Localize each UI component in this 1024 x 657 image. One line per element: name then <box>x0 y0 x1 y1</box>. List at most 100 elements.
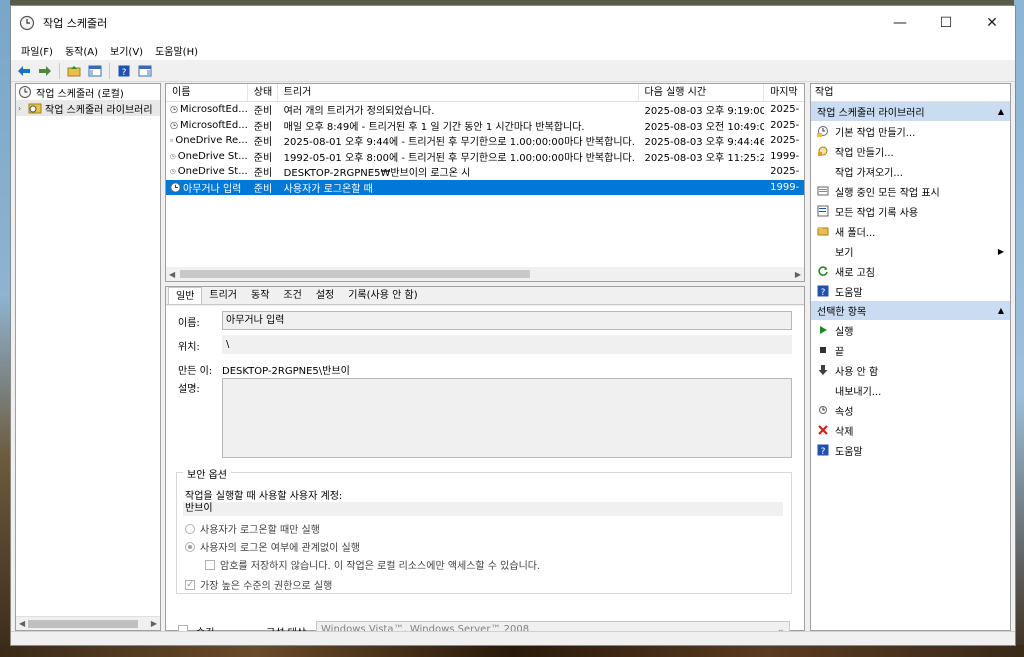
collapse-icon[interactable]: ▲ <box>998 107 1004 116</box>
cell-name: OneDrive Re... <box>166 135 248 146</box>
tree-library-label: 작업 스케줄러 라이브러리 <box>45 104 153 116</box>
help-icon[interactable]: ? <box>115 62 133 80</box>
action-item[interactable]: 기본 작업 만들기... <box>811 121 1010 141</box>
actions-section-selected[interactable]: 선택한 항목 ▲ <box>811 301 1010 320</box>
action-item[interactable]: 실행 <box>811 320 1010 340</box>
back-arrow-icon[interactable] <box>15 62 33 80</box>
table-row[interactable]: MicrosoftEd... 준비 여러 개의 트리거가 정의되었습니다. 2025-… <box>166 102 804 118</box>
tree-item-library[interactable]: › 작업 스케줄러 라이브러리 <box>16 100 160 116</box>
do-not-store-password-option[interactable]: 암호를 저장하지 않습니다. 이 작업은 로컬 리소스에만 액세스할 수 있습니… <box>205 557 540 572</box>
section-library-title: 작업 스케줄러 라이브러리 <box>817 108 925 119</box>
tab-history[interactable]: 기록(사용 안 함) <box>341 287 424 304</box>
name-field[interactable]: 아무거나 입력 <box>222 311 792 330</box>
tab-settings[interactable]: 설정 <box>309 287 341 304</box>
action-item[interactable]: 새로 고침 <box>811 261 1010 281</box>
scroll-right-icon[interactable]: ▶ <box>795 270 801 279</box>
cell-status: 준비 <box>248 149 278 164</box>
cell-last: 2025- <box>764 104 804 115</box>
action-item[interactable]: 작업 가져오기... <box>811 161 1010 181</box>
cell-name: 아무거나 입력 <box>166 180 248 195</box>
action-item[interactable]: 삭제 <box>811 420 1010 440</box>
cell-text: 2025- <box>770 104 800 116</box>
column-header-next-run[interactable]: 다음 실행 시간 <box>639 84 765 101</box>
name-label: 이름: <box>178 318 200 329</box>
folder-clock-icon <box>28 103 42 114</box>
show-hide-tree-icon[interactable] <box>86 62 104 80</box>
cell-text: 준비 <box>253 137 273 149</box>
table-row[interactable]: OneDrive Re... 준비 2025-08-01 오후 9:44에 - 트리… <box>166 133 804 149</box>
actions-section-library[interactable]: 작업 스케줄러 라이브러리 ▲ <box>811 102 1010 121</box>
action-item[interactable]: 내보내기... <box>811 380 1010 400</box>
task-list-horizontal-scrollbar[interactable]: ◀ ▶ <box>166 267 804 281</box>
collapse-icon[interactable]: ▲ <box>998 306 1004 315</box>
scrollbar-thumb[interactable] <box>180 270 530 278</box>
checkbox[interactable] <box>205 559 215 570</box>
detail-tabs: 일반 트리거 동작 조건 설정 기록(사용 안 함) <box>166 287 804 305</box>
cell-name: MicrosoftEd... <box>166 120 248 131</box>
minimize-button[interactable]: — <box>877 6 923 40</box>
tab-actions[interactable]: 동작 <box>244 287 276 304</box>
toolbar: ? <box>11 60 1015 82</box>
action-item-label: 실행 중인 모든 작업 표시 <box>835 187 940 199</box>
show-hide-action-pane-icon[interactable] <box>136 62 154 80</box>
scroll-right-icon[interactable]: ▶ <box>151 619 157 628</box>
scroll-left-icon[interactable]: ◀ <box>169 270 175 279</box>
close-button[interactable]: ✕ <box>969 6 1015 40</box>
maximize-button[interactable]: ☐ <box>923 6 969 40</box>
cell-text: 매일 오후 8:49에 - 트리거된 후 1 일 기간 동안 1 시간마다 반복… <box>283 121 585 133</box>
cell-text: 2025-08-03 오후 9:19:00 <box>644 106 765 118</box>
description-field[interactable] <box>222 378 792 458</box>
tab-conditions[interactable]: 조건 <box>276 287 308 304</box>
action-item[interactable]: 실행 중인 모든 작업 표시 <box>811 181 1010 201</box>
action-item-label: 새로 고침 <box>835 267 875 279</box>
desktop-background-left <box>0 0 10 657</box>
tree-item-root[interactable]: 작업 스케줄러 (로컬) <box>16 84 160 100</box>
run-logged-on-option[interactable]: 사용자가 로그온할 때만 실행 <box>185 521 320 536</box>
svg-text:?: ? <box>122 68 127 77</box>
radio-button[interactable] <box>185 523 195 534</box>
up-folder-icon[interactable] <box>65 62 83 80</box>
scrollbar-thumb[interactable] <box>28 620 138 628</box>
table-row[interactable]: 아무거나 입력 준비 사용자가 로그온할 때 1999- <box>166 179 804 195</box>
action-item[interactable]: 모든 작업 기록 사용 <box>811 201 1010 221</box>
menu-action[interactable]: 동작(A) <box>59 43 104 58</box>
cell-text: 준비 <box>253 168 273 180</box>
action-item[interactable]: 작업 만들기... <box>811 141 1010 161</box>
highest-privileges-option[interactable]: ✓ 가장 높은 수준의 권한으로 실행 <box>185 577 332 592</box>
cell-trigger: 사용자가 로그온할 때 <box>278 180 639 195</box>
action-item[interactable]: 보기 ▶ <box>811 241 1010 261</box>
title-bar[interactable]: 작업 스케줄러 — ☐ ✕ <box>11 6 1015 40</box>
menu-file[interactable]: 파일(F) <box>15 43 59 58</box>
table-row[interactable]: OneDrive St... 준비 DESKTOP-2RGPNE5₩반브이의 로그온… <box>166 164 804 180</box>
column-header-last-run[interactable]: 마지막 <box>764 84 804 101</box>
checkbox-checked[interactable]: ✓ <box>185 579 195 590</box>
chevron-right-icon[interactable]: › <box>18 104 28 113</box>
tab-triggers[interactable]: 트리거 <box>202 287 244 304</box>
cell-status: 준비 <box>248 133 278 148</box>
table-row[interactable]: OneDrive St... 준비 1992-05-01 오후 8:00에 - 트리… <box>166 149 804 165</box>
cell-next: 2025-08-03 오전 10:49:00 <box>639 118 765 133</box>
run-whether-logged-label: 사용자의 로그온 여부에 관계없이 실행 <box>200 543 360 554</box>
column-header-trigger[interactable]: 트리거 <box>278 84 639 101</box>
cell-trigger: 매일 오후 8:49에 - 트리거된 후 1 일 기간 동안 1 시간마다 반복… <box>278 118 639 133</box>
action-item-label: 새 폴더... <box>835 227 876 239</box>
forward-arrow-icon[interactable] <box>36 62 54 80</box>
action-item[interactable]: ? 도움말 <box>811 440 1010 460</box>
action-item[interactable]: 사용 안 함 <box>811 360 1010 380</box>
scroll-left-icon[interactable]: ◀ <box>19 619 25 628</box>
table-row[interactable]: MicrosoftEd... 준비 매일 오후 8:49에 - 트리거된 후 1 일… <box>166 118 804 134</box>
column-header-status[interactable]: 상태 <box>248 84 278 101</box>
action-item[interactable]: 속성 <box>811 400 1010 420</box>
run-whether-logged-option[interactable]: 사용자의 로그온 여부에 관계없이 실행 <box>185 539 360 554</box>
action-item-label: 속성 <box>835 406 854 418</box>
column-header-name[interactable]: 이름 <box>166 84 248 101</box>
tree-horizontal-scrollbar[interactable]: ◀ ▶ <box>16 616 160 630</box>
tab-general[interactable]: 일반 <box>168 287 203 304</box>
menu-view[interactable]: 보기(V) <box>104 43 149 58</box>
action-item[interactable]: 새 폴더... <box>811 221 1010 241</box>
help-icon: ? <box>817 285 829 297</box>
radio-button-selected[interactable] <box>185 541 195 552</box>
action-item[interactable]: ? 도움말 <box>811 281 1010 301</box>
action-item[interactable]: 끝 <box>811 340 1010 360</box>
menu-help[interactable]: 도움말(H) <box>149 43 204 58</box>
